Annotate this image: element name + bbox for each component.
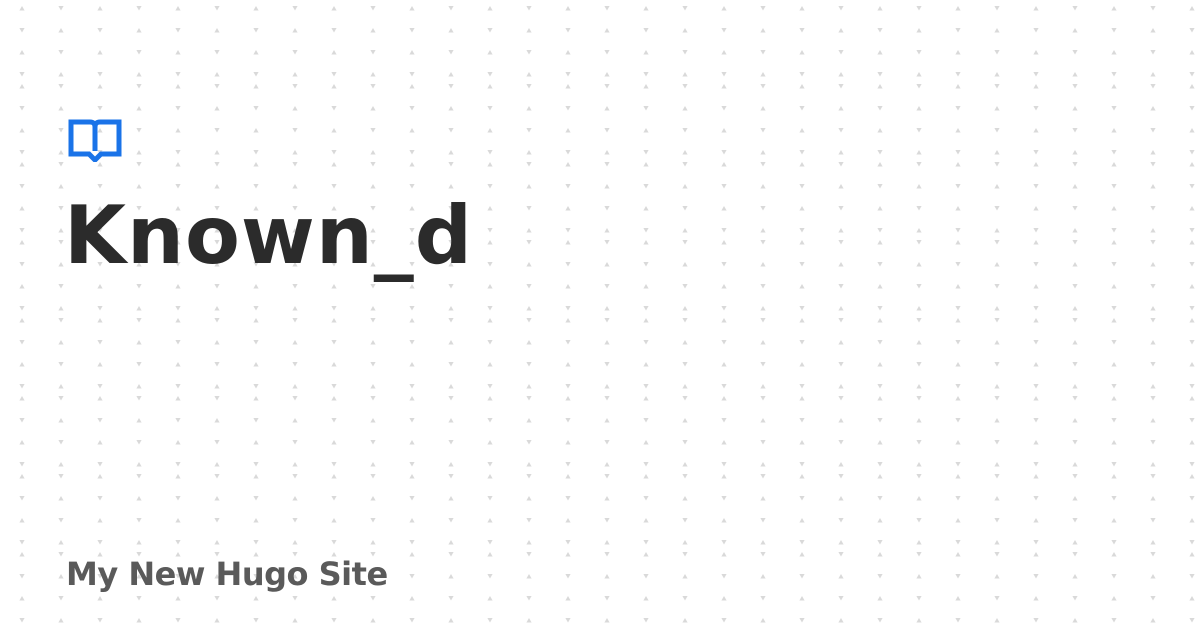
page-title: Known_d xyxy=(64,189,474,282)
book-open-icon xyxy=(68,119,122,162)
dot-pattern-background xyxy=(0,0,1200,630)
og-card: Known_d My New Hugo Site xyxy=(0,0,1200,630)
site-name: My New Hugo Site xyxy=(66,555,388,593)
